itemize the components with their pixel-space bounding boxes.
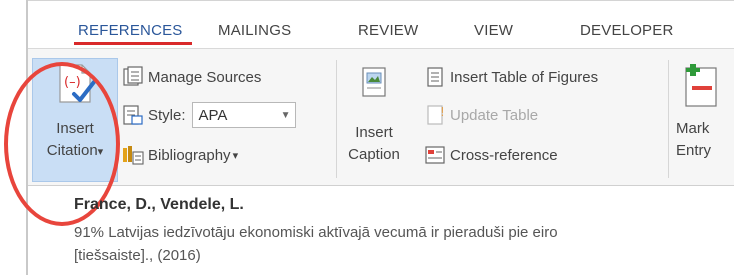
insert-caption-label-line1: Insert [355, 124, 393, 141]
insert-table-of-figures-button[interactable]: Insert Table of Figures [424, 64, 598, 90]
style-icon [122, 104, 144, 126]
insert-caption-button[interactable]: Insert Caption [342, 64, 406, 166]
style-label: Style: [148, 106, 186, 124]
tab-review[interactable]: REVIEW [358, 22, 418, 39]
insert-caption-icon [359, 64, 389, 104]
mark-entry-label-line1: Mark [676, 120, 710, 137]
citation-meta[interactable]: [tiešsaiste]., (2016) [74, 247, 734, 264]
insert-caption-label-line2: Caption [348, 146, 400, 163]
tab-developer[interactable]: DEVELOPER [580, 22, 674, 39]
citation-title[interactable]: 91% Latvijas iedzīvotāju ekonomiski aktī… [74, 224, 734, 241]
group-separator [336, 60, 337, 178]
citation-preview: France, D., Vendele, L. 91% Latvijas ied… [74, 196, 734, 264]
bibliography-label: Bibliography [148, 146, 231, 164]
update-table-button[interactable]: ! Update Table [424, 102, 538, 128]
bibliography-button[interactable]: Bibliography ▾ [122, 142, 238, 168]
update-table-label: Update Table [450, 106, 539, 124]
update-table-icon: ! [424, 104, 446, 126]
manage-sources-label: Manage Sources [148, 68, 262, 86]
style-control: Style: APA ▼ [122, 102, 296, 128]
mark-entry-icon [676, 62, 722, 108]
mark-entry-label-line2: Entry [676, 142, 712, 159]
style-dropdown[interactable]: APA ▼ [191, 102, 296, 128]
manage-sources-button[interactable]: Manage Sources [122, 64, 261, 90]
cross-reference-icon [424, 144, 446, 166]
style-dropdown-value: APA [198, 106, 228, 124]
cross-reference-button[interactable]: Cross-reference [424, 142, 558, 168]
cross-reference-label: Cross-reference [450, 146, 558, 164]
window-frame-top [26, 0, 734, 1]
manage-sources-icon [122, 66, 144, 88]
bibliography-dropdown-arrow: ▾ [232, 149, 239, 162]
table-of-figures-icon [424, 66, 446, 88]
tab-references[interactable]: REFERENCES [78, 22, 183, 39]
active-tab-underline [74, 42, 192, 45]
insert-table-of-figures-label: Insert Table of Figures [450, 68, 599, 86]
group-separator [668, 60, 669, 178]
bibliography-icon [122, 144, 144, 166]
chevron-down-icon: ▼ [280, 109, 291, 121]
svg-text:!: ! [440, 105, 445, 119]
mark-entry-button[interactable]: Mark Entry [676, 62, 734, 162]
tab-view[interactable]: VIEW [474, 22, 513, 39]
tab-mailings[interactable]: MAILINGS [218, 22, 291, 39]
citation-author[interactable]: France, D., Vendele, L. [74, 196, 734, 214]
